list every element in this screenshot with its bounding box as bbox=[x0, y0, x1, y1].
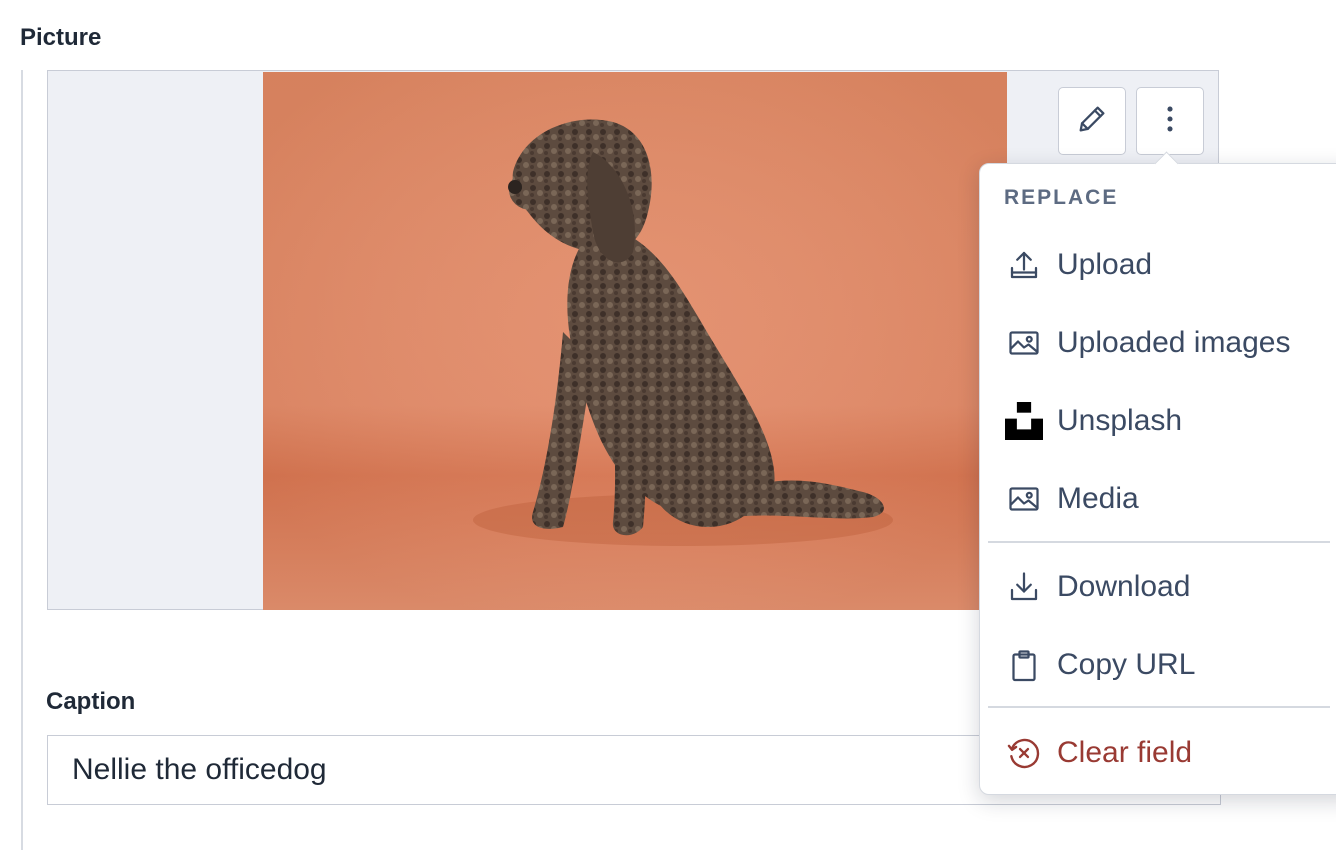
upload-icon bbox=[1003, 244, 1045, 286]
menu-item-label: Download bbox=[1057, 570, 1191, 603]
menu-item-label: Uploaded images bbox=[1057, 326, 1291, 359]
menu-item-label: Media bbox=[1057, 482, 1139, 515]
menu-divider bbox=[988, 706, 1330, 708]
menu-divider bbox=[988, 541, 1330, 543]
menu-item-copy-url[interactable]: Copy URL bbox=[980, 635, 1336, 695]
caption-field-label: Caption bbox=[46, 688, 136, 715]
menu-item-media[interactable]: Media bbox=[980, 469, 1336, 529]
image-options-menu: REPLACE Upload Uploaded images Unsplash bbox=[979, 151, 1336, 795]
download-icon bbox=[1003, 566, 1045, 608]
menu-item-label: Upload bbox=[1057, 248, 1153, 281]
menu-item-upload[interactable]: Upload bbox=[980, 235, 1336, 295]
clipboard-icon bbox=[1003, 644, 1045, 686]
more-options-button[interactable] bbox=[1136, 87, 1204, 155]
pencil-icon bbox=[1075, 102, 1109, 141]
kebab-menu-icon bbox=[1153, 102, 1187, 141]
menu-item-clear-field[interactable]: Clear field bbox=[980, 723, 1336, 783]
clear-icon bbox=[1003, 732, 1045, 774]
picture-field-label: Picture bbox=[20, 24, 102, 51]
unsplash-icon bbox=[1003, 400, 1045, 442]
menu-item-label: Clear field bbox=[1057, 736, 1193, 769]
menu-item-label: Copy URL bbox=[1057, 648, 1196, 681]
menu-item-uploaded-images[interactable]: Uploaded images bbox=[980, 313, 1336, 373]
field-group-rule bbox=[21, 70, 23, 850]
menu-item-unsplash[interactable]: Unsplash bbox=[980, 391, 1336, 451]
menu-item-label: Unsplash bbox=[1057, 404, 1183, 437]
edit-image-button[interactable] bbox=[1058, 87, 1126, 155]
menu-heading-replace: REPLACE bbox=[1004, 186, 1119, 209]
menu-item-download[interactable]: Download bbox=[980, 557, 1336, 617]
image-icon bbox=[1003, 478, 1045, 520]
image-icon bbox=[1003, 322, 1045, 364]
dog-photo bbox=[263, 72, 1007, 610]
